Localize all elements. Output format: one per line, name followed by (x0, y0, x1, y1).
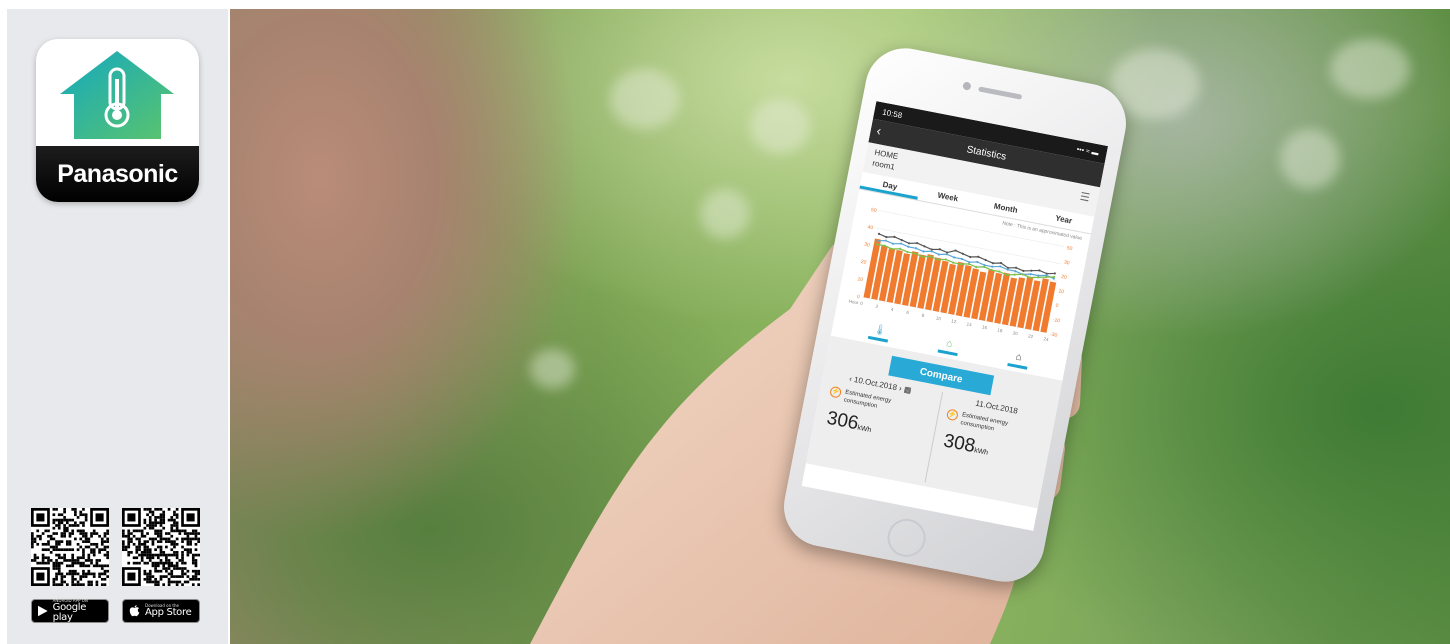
x-tick-label: 18 (997, 327, 1003, 333)
line-point (991, 265, 994, 268)
screen-title: Statistics (965, 143, 1008, 163)
apple-icon (129, 605, 140, 617)
app-icon[interactable]: Panasonic (36, 39, 199, 202)
x-tick-label: 4 (891, 307, 895, 312)
y-right-tick-label: 0 (1055, 303, 1059, 309)
x-tick-label: 24 (1043, 336, 1049, 342)
x-tick-label: 6 (906, 310, 910, 315)
x-tick-label: 22 (1028, 333, 1034, 339)
left-value: 306 (824, 407, 861, 435)
x-tick-label: 8 (921, 313, 925, 318)
y-right-tick-label: 30 (1063, 260, 1070, 267)
bolt-icon: ⚡ (829, 385, 843, 399)
x-tick-label: 14 (966, 321, 972, 327)
x-tick-label: 16 (982, 324, 988, 330)
app-store-badge[interactable]: Download on the App Store (122, 599, 200, 623)
left-unit: kWh (856, 424, 872, 435)
outdoor-house-icon[interactable]: ⌂ (1006, 350, 1031, 372)
qr-code-app-store[interactable] (122, 508, 200, 586)
speaker-grille (978, 86, 1023, 100)
right-value: 308 (941, 430, 977, 458)
google-play-icon (38, 605, 48, 617)
y-left-tick-label: 40 (867, 224, 874, 231)
y-left-tick-label: 10 (857, 276, 864, 283)
y-left-tick-label: 50 (870, 207, 877, 214)
indoor-house-icon[interactable]: ⌂ (936, 336, 961, 358)
thermometer-icon[interactable]: 🌡 (867, 323, 892, 345)
compare-right: 11.Oct.2018 ⚡ Estimated energy consumptio… (924, 391, 1053, 504)
y-right-tick-label: 10 (1058, 288, 1065, 295)
x-tick-label: 20 (1012, 330, 1018, 336)
line-point (1013, 273, 1016, 276)
calendar-icon[interactable]: ▦ (903, 385, 912, 395)
chevron-right-icon[interactable]: › (898, 384, 902, 393)
y-left-tick-label: 20 (860, 259, 867, 266)
y-right-tick-label: 50 (1066, 245, 1073, 252)
x-tick-label: Hour (848, 299, 859, 306)
y-right-tick-label: -10 (1052, 317, 1060, 324)
front-camera (962, 81, 972, 91)
bolt-icon: ⚡ (945, 408, 959, 422)
x-tick-label: 12 (951, 318, 957, 324)
home-button[interactable] (884, 515, 929, 561)
x-tick-label: 2 (875, 304, 879, 309)
line-point (1029, 273, 1032, 276)
compare-left: ‹ 10.Oct.2018 › ▦ ⚡ Estimated energy cons… (809, 369, 936, 481)
qr-code-google-play[interactable] (31, 508, 109, 586)
status-icons: ••• ≈ ▬ (1076, 145, 1100, 157)
status-time: 10:58 (881, 107, 904, 120)
right-unit: kWh (973, 447, 989, 457)
brand-logo: Panasonic (36, 146, 199, 202)
x-tick-label: 10 (935, 315, 941, 321)
y-right-tick-label: 20 (1061, 274, 1068, 281)
x-tick-label: 0 (860, 301, 864, 306)
back-icon[interactable]: ‹ (875, 123, 882, 139)
google-play-badge-label: Google play (52, 602, 87, 623)
y-right-tick-label: -30 (1049, 332, 1057, 339)
line-point (1053, 272, 1056, 275)
y-left-tick-label: 30 (864, 242, 871, 249)
hamburger-menu-icon[interactable]: ☰ (1079, 191, 1091, 205)
sidebar: Panasonic ANDROID APP ON Google play Dow… (7, 9, 228, 644)
thermometer-house-icon (60, 51, 174, 139)
google-play-badge[interactable]: ANDROID APP ON Google play (31, 599, 109, 623)
app-store-badge-label: App Store (145, 607, 192, 618)
line-point (1030, 269, 1033, 272)
